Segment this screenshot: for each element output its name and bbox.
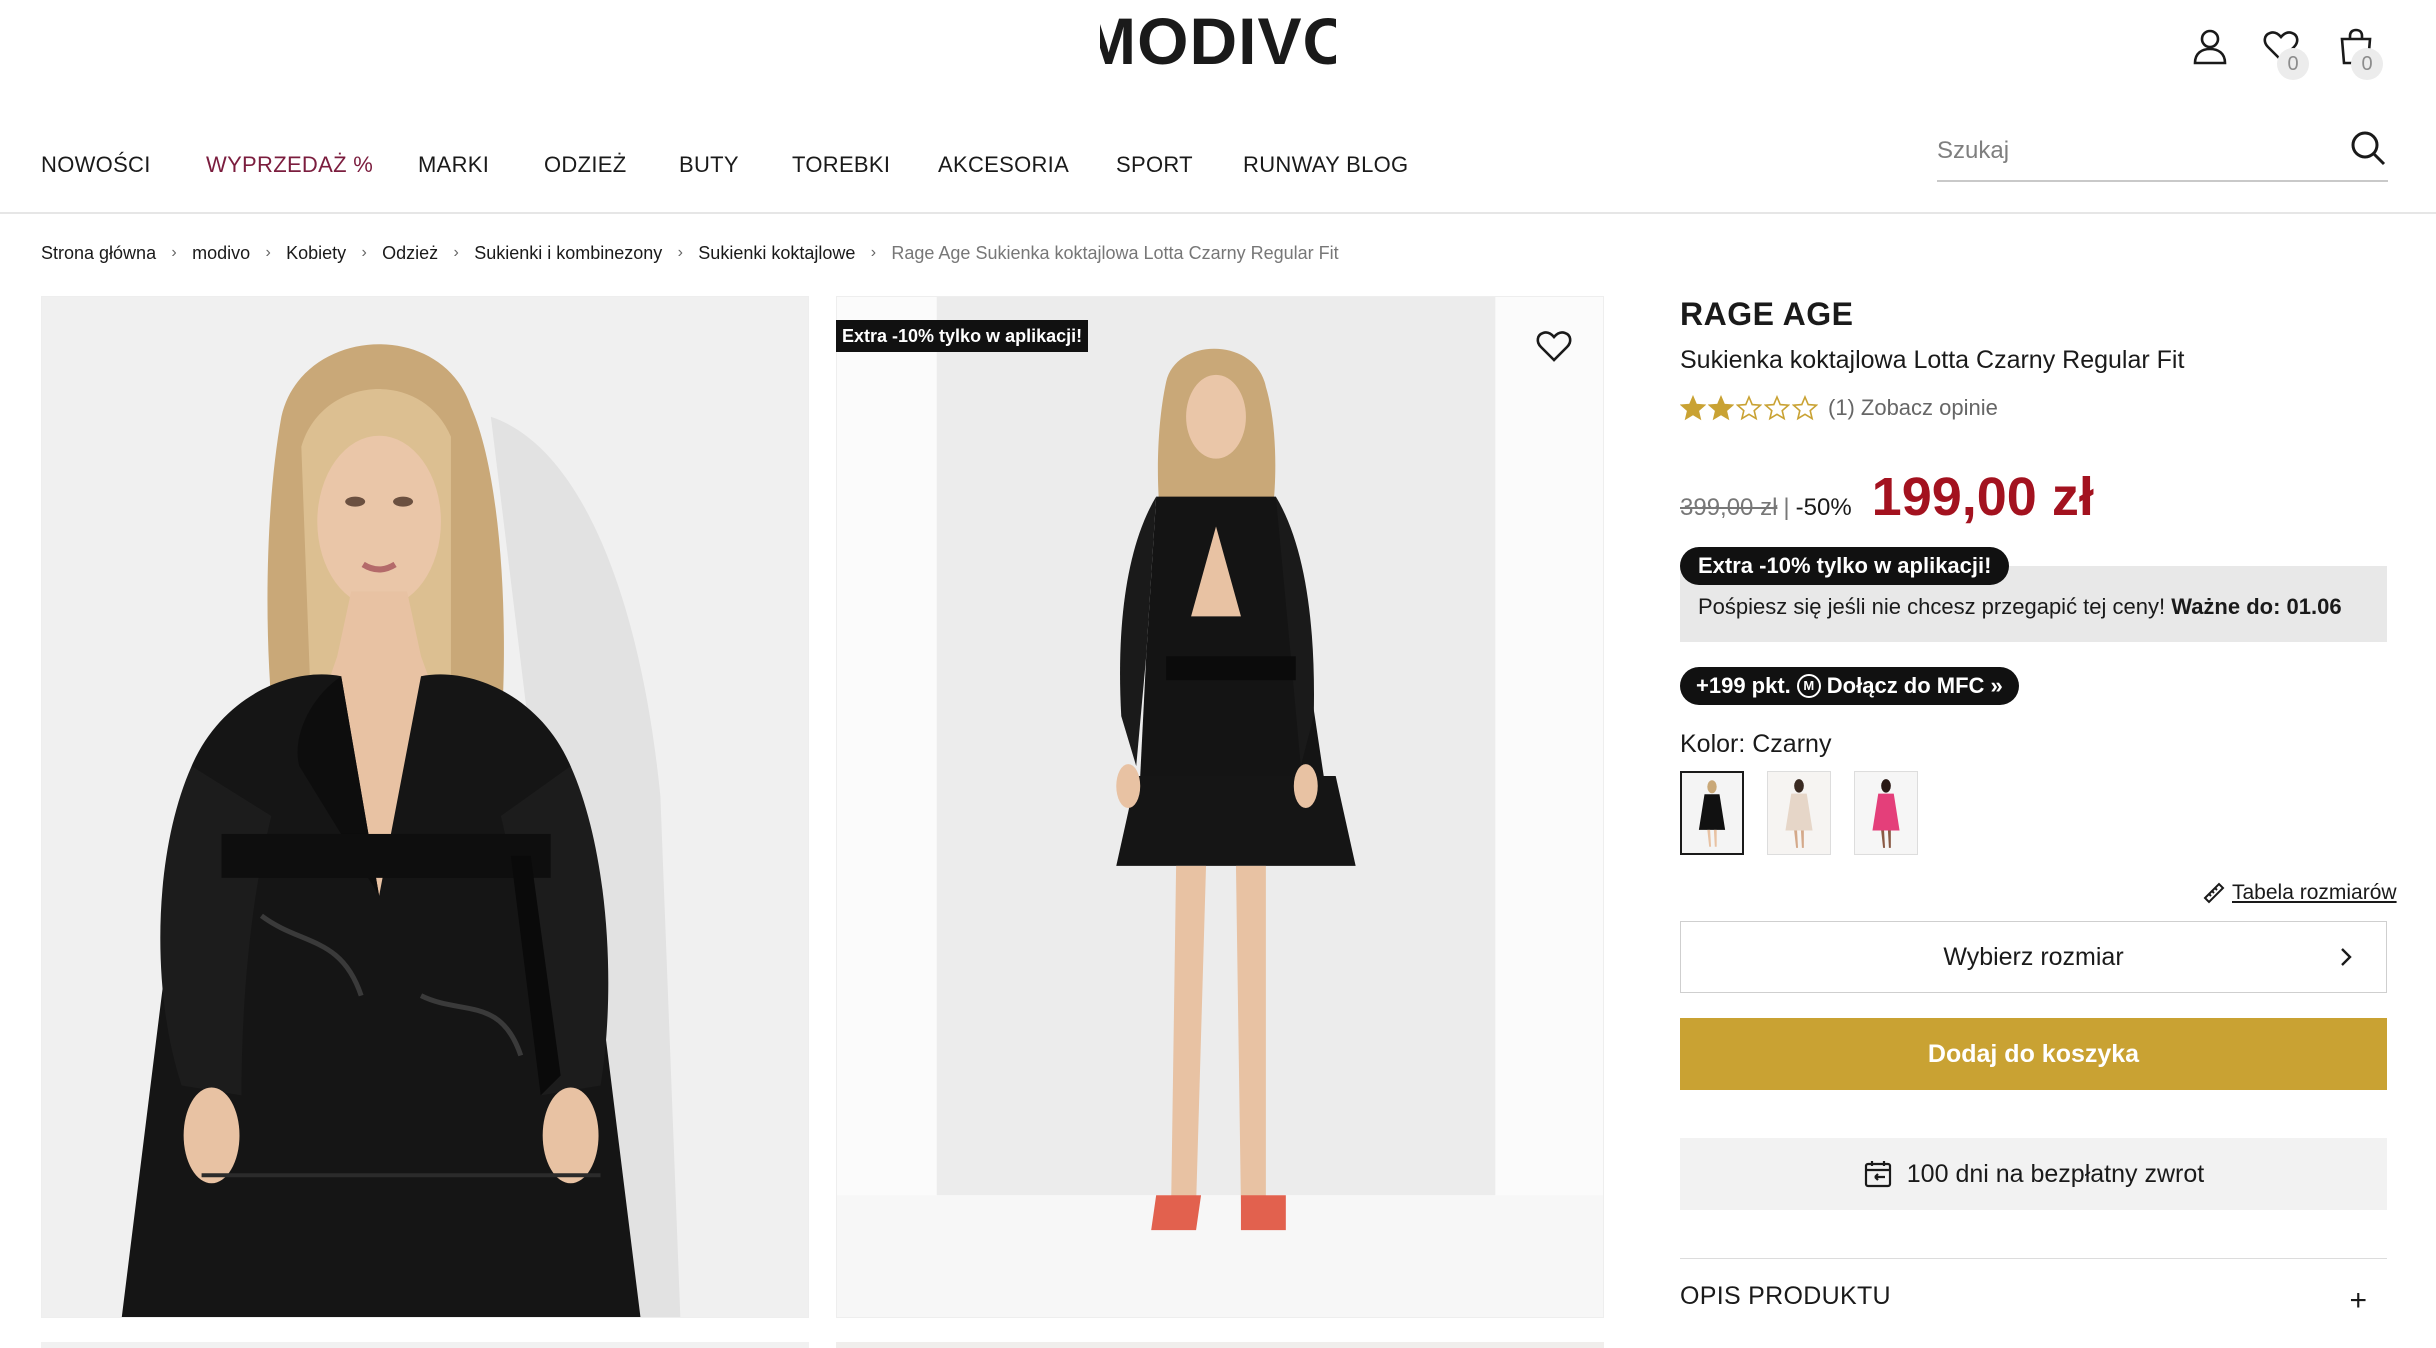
star-empty-icon <box>1736 395 1762 421</box>
breadcrumb-item-modivo[interactable]: modivo <box>192 243 250 264</box>
join-mfc-button[interactable]: +199 pkt. M Dołącz do MFC » <box>1680 667 2019 705</box>
calendar-return-icon <box>1864 1161 1891 1188</box>
breadcrumb-item-kobiety[interactable]: Kobiety <box>286 243 346 264</box>
plus-icon: + <box>2349 1284 2367 1317</box>
product-photo-3-preview <box>41 1342 809 1348</box>
mfc-label: Dołącz do MFC <box>1826 673 1985 698</box>
free-returns-banner: 100 dni na bezpłatny zwrot <box>1680 1138 2387 1210</box>
color-swatch-pink[interactable] <box>1854 771 1918 855</box>
current-price: 199,00 zł <box>1871 467 2094 527</box>
color-label: Kolor: Czarny <box>1680 730 1832 758</box>
old-price: 399,00 zł <box>1680 494 1778 521</box>
app-promo-pill: Extra -10% tylko w aplikacji! <box>1680 547 2010 585</box>
star-empty-icon <box>1792 395 1818 421</box>
promo-message: Pośpiesz się jeśli nie chcesz przegapić … <box>1698 594 2166 619</box>
promo-text: Pośpiesz się jeśli nie chcesz przegapić … <box>1698 594 2342 620</box>
chevron-right-icon: › <box>361 244 367 261</box>
chevron-right-icon: › <box>265 244 271 261</box>
breadcrumb-item-home[interactable]: Strona główna <box>41 243 156 264</box>
user-icon[interactable] <box>2190 26 2230 66</box>
ruler-icon <box>2203 882 2225 904</box>
nav-item-buty[interactable]: BUTY <box>679 148 739 182</box>
swatch-beige-thumbnail <box>1768 772 1830 854</box>
product-photo-4-preview <box>836 1342 1604 1348</box>
product-rating: (1) Zobacz opinie <box>1680 392 1998 424</box>
product-description-toggle[interactable]: OPIS PRODUKTU + <box>1680 1282 2387 1322</box>
rating-count: (1) <box>1828 395 1855 420</box>
cart-count-badge: 0 <box>2351 48 2383 80</box>
product-photo-closeup[interactable] <box>41 296 809 1318</box>
nav-item-wyprzedaz[interactable]: WYPRZEDAŻ % <box>206 148 373 182</box>
chevron-right-icon <box>2341 948 2352 966</box>
size-table-label: Tabela rozmiarów <box>2232 881 2397 904</box>
returns-label: 100 dni na bezpłatny zwrot <box>1906 1159 2205 1188</box>
chevron-right-icon: › <box>171 244 177 261</box>
product-name: Sukienka koktajlowa Lotta Czarny Regular… <box>1680 346 2185 374</box>
star-filled-icon <box>1708 395 1734 421</box>
breadcrumb: Strona główna › modivo › Kobiety › Odzie… <box>41 238 1339 268</box>
color-swatch-black[interactable] <box>1680 771 1744 855</box>
nav-item-odziez[interactable]: ODZIEŻ <box>544 148 626 182</box>
price-separator: | <box>1783 494 1790 521</box>
nav-item-torebki[interactable]: TOREBKI <box>792 148 890 182</box>
mfc-points: +199 pkt. <box>1696 673 1791 698</box>
logo-wordmark: MODIVO <box>1081 4 1354 78</box>
nav-item-nowosci[interactable]: NOWOŚCI <box>41 148 151 182</box>
breadcrumb-item-odziez[interactable]: Odzież <box>382 243 438 264</box>
promo-valid-until: Ważne do: 01.06 <box>2171 594 2342 619</box>
breadcrumb-current: Rage Age Sukienka koktajlowa Lotta Czarn… <box>891 242 1339 263</box>
chevron-right-icon: › <box>677 244 683 261</box>
app-promo-tag: Extra -10% tylko w aplikacji! <box>836 320 1089 352</box>
chevron-right-icon: › <box>870 244 877 261</box>
swatch-black-thumbnail <box>1682 773 1742 853</box>
wishlist-count-badge: 0 <box>2277 48 2309 80</box>
search-bar <box>1937 122 2388 182</box>
size-select-label: Wybierz rozmiar <box>1943 943 2124 971</box>
add-to-cart-button[interactable]: Dodaj do koszyka <box>1680 1018 2387 1090</box>
search-input[interactable] <box>1937 122 2327 180</box>
size-select[interactable]: Wybierz rozmiar <box>1680 921 2387 993</box>
section-divider <box>1680 1258 2387 1259</box>
nav-item-akcesoria[interactable]: AKCESORIA <box>938 148 1069 182</box>
rating-stars <box>1680 395 1818 421</box>
color-swatch-beige[interactable] <box>1767 771 1831 855</box>
site-header: MODIVO 0 0 NOWOŚCI WYPRZEDAŻ % MARKI ODZ… <box>0 0 2436 214</box>
see-reviews-link[interactable]: Zobacz opinie <box>1861 395 1998 421</box>
nav-item-runway-blog[interactable]: RUNWAY BLOG <box>1243 148 1408 182</box>
product-photo-full[interactable] <box>836 296 1604 1318</box>
description-title: OPIS PRODUKTU <box>1680 1282 1891 1310</box>
swatch-pink-thumbnail <box>1855 772 1917 854</box>
product-brand[interactable]: RAGE AGE <box>1680 296 1854 333</box>
discount-percent: -50% <box>1795 494 1852 521</box>
breadcrumb-item-sukienki-i-kombinezony[interactable]: Sukienki i kombinezony <box>474 243 662 264</box>
star-filled-icon <box>1680 395 1706 421</box>
chevron-right-icon: › <box>453 244 459 261</box>
model-closeup-illustration <box>42 297 808 1317</box>
price-row: 399,00 zł | -50% 199,00 zł <box>1680 466 2094 536</box>
breadcrumb-item-sukienki-koktajlowe[interactable]: Sukienki koktajlowe <box>698 243 855 264</box>
double-chevron-right-icon: » <box>1990 673 2003 698</box>
size-table-link[interactable]: Tabela rozmiarów <box>2202 878 2397 908</box>
nav-item-marki[interactable]: MARKI <box>418 148 489 182</box>
add-to-wishlist-heart-icon[interactable] <box>1534 326 1574 366</box>
model-full-body-illustration <box>837 297 1603 1317</box>
search-icon[interactable] <box>2348 128 2388 168</box>
modivo-logo[interactable]: MODIVO <box>1081 4 1354 78</box>
star-empty-icon <box>1764 395 1790 421</box>
mfc-m-icon: M <box>1796 674 1821 698</box>
nav-item-sport[interactable]: SPORT <box>1116 148 1193 182</box>
svg-text:MODIVO: MODIVO <box>1100 6 1336 76</box>
